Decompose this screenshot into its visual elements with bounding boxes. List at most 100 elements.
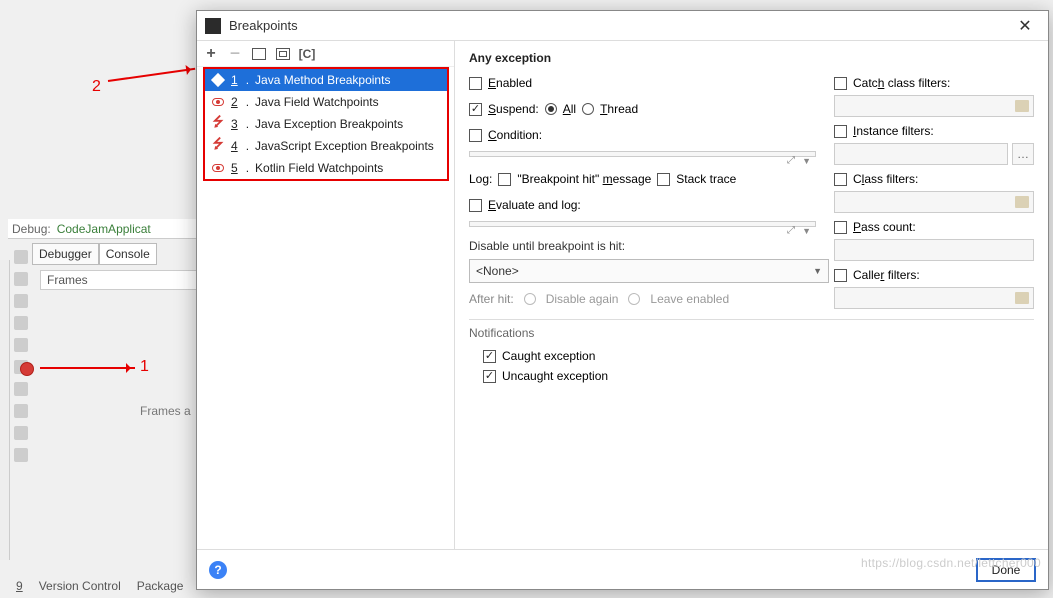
group-by-type-icon[interactable]: [C] bbox=[299, 46, 315, 62]
annotation-dot-1 bbox=[20, 362, 34, 376]
tab-debugger[interactable]: Debugger bbox=[32, 243, 99, 265]
annotation-arrow-2 bbox=[108, 68, 195, 82]
catch-filters-checkbox[interactable] bbox=[834, 77, 847, 90]
uncaught-label: Uncaught exception bbox=[502, 369, 608, 383]
app-icon bbox=[205, 18, 221, 34]
vcs-label[interactable]: Version Control bbox=[39, 579, 121, 593]
suspend-all-radio[interactable] bbox=[545, 103, 557, 115]
suspend-thread-radio[interactable] bbox=[582, 103, 594, 115]
dump-threads-icon[interactable] bbox=[14, 382, 28, 396]
rerun-icon[interactable] bbox=[14, 250, 28, 264]
caller-filters-checkbox[interactable] bbox=[834, 269, 847, 282]
bolt-icon: ⭍ bbox=[211, 139, 225, 153]
caught-label: Caught exception bbox=[502, 349, 595, 363]
help-icon[interactable]: ? bbox=[209, 561, 227, 579]
eval-checkbox[interactable] bbox=[469, 199, 482, 212]
eval-label: Evaluate and log: bbox=[488, 198, 581, 212]
close-icon[interactable]: ✕ bbox=[1010, 16, 1040, 36]
menu-label: JavaScript Exception Breakpoints bbox=[255, 139, 434, 153]
menu-label: Java Method Breakpoints bbox=[255, 73, 390, 87]
after-hit-row: After hit: Disable again Leave enabled bbox=[469, 289, 816, 309]
disable-until-label: Disable until breakpoint is hit: bbox=[469, 239, 816, 253]
menu-java-method-breakpoints[interactable]: 1. Java Method Breakpoints bbox=[205, 69, 447, 91]
notifications-title: Notifications bbox=[469, 326, 1034, 340]
section-header: Any exception bbox=[469, 51, 1034, 65]
instance-filters-label: Instance filters: bbox=[853, 124, 934, 138]
pass-count-label: Pass count: bbox=[853, 220, 916, 234]
tab-console[interactable]: Console bbox=[99, 243, 157, 265]
settings-icon[interactable] bbox=[14, 426, 28, 440]
after-disable-label: Disable again bbox=[546, 292, 619, 306]
pass-count-input[interactable] bbox=[834, 239, 1034, 261]
bolt-icon: ⭍ bbox=[211, 117, 225, 131]
remove-breakpoint-button[interactable]: − bbox=[227, 46, 243, 62]
class-filters-input[interactable] bbox=[834, 191, 1034, 213]
eval-row: Evaluate and log: bbox=[469, 195, 816, 215]
bg-debug-bar: Debug: CodeJamApplicat bbox=[8, 219, 198, 239]
class-filters-label: Class filters: bbox=[853, 172, 918, 186]
menu-java-exception-breakpoints[interactable]: ⭍ 3. Java Exception Breakpoints bbox=[205, 113, 447, 135]
group-by-class-icon[interactable] bbox=[275, 46, 291, 62]
condition-label: Condition: bbox=[488, 128, 542, 142]
after-leave-radio[interactable] bbox=[628, 293, 640, 305]
debug-toolbar-vertical bbox=[12, 244, 30, 574]
notifications-section: Notifications Caught exception Uncaught … bbox=[469, 319, 1034, 386]
disable-until-select[interactable]: <None> ▼ bbox=[469, 259, 829, 283]
menu-java-field-watchpoints[interactable]: 2. Java Field Watchpoints bbox=[205, 91, 447, 113]
enabled-label: EEnablednabled bbox=[488, 76, 532, 90]
eye-icon bbox=[211, 161, 225, 175]
breakpoint-details-pane: Any exception EEnablednabled Suspend: Al… bbox=[455, 41, 1048, 549]
folder-icon[interactable] bbox=[1015, 100, 1029, 112]
breakpoints-dialog: Breakpoints ✕ + − [C] 1. Java Method Bre… bbox=[196, 10, 1049, 590]
disable-until-value: <None> bbox=[476, 264, 519, 278]
suspend-row: Suspend: All Thread bbox=[469, 99, 816, 119]
eval-input[interactable]: ⤢▼ bbox=[469, 221, 816, 227]
rhombus-icon bbox=[211, 73, 225, 87]
condition-checkbox[interactable] bbox=[469, 129, 482, 142]
suspend-thread-label: Thread bbox=[600, 102, 638, 116]
class-filters-checkbox[interactable] bbox=[834, 173, 847, 186]
catch-filters-label: Catch class filters: bbox=[853, 76, 950, 90]
resume-icon[interactable] bbox=[14, 272, 28, 286]
menu-js-exception-breakpoints[interactable]: ⭍ 4. JavaScript Exception Breakpoints bbox=[205, 135, 447, 157]
caller-filters-label: Caller filters: bbox=[853, 268, 920, 282]
log-row: Log: "Breakpoint hit" message Stack trac… bbox=[469, 169, 816, 189]
menu-label: Java Field Watchpoints bbox=[255, 95, 379, 109]
frames-header: Frames bbox=[40, 270, 200, 290]
suspend-all-label: All bbox=[563, 102, 576, 116]
enabled-row: EEnablednabled bbox=[469, 73, 816, 93]
view-breakpoints-icon[interactable] bbox=[14, 338, 28, 352]
caught-checkbox[interactable] bbox=[483, 350, 496, 363]
breakpoints-tree-pane: + − [C] 1. Java Method Breakpoints 2. Ja… bbox=[197, 41, 455, 549]
log-stack-label: Stack trace bbox=[676, 172, 736, 186]
instance-filters-checkbox[interactable] bbox=[834, 125, 847, 138]
restore-layout-icon[interactable] bbox=[14, 404, 28, 418]
run-config-name: CodeJamApplicat bbox=[57, 222, 151, 236]
add-breakpoint-button[interactable]: + bbox=[203, 46, 219, 62]
group-by-file-icon[interactable] bbox=[251, 46, 267, 62]
folder-icon[interactable] bbox=[1015, 196, 1029, 208]
condition-input[interactable]: ⤢▼ bbox=[469, 151, 816, 157]
pass-count-checkbox[interactable] bbox=[834, 221, 847, 234]
packages-label[interactable]: Package bbox=[137, 579, 184, 593]
annotation-num-2: 2 bbox=[92, 78, 101, 96]
log-bp-hit-label: "Breakpoint hit" message bbox=[517, 172, 651, 186]
suspend-checkbox[interactable] bbox=[469, 103, 482, 116]
frames-empty-text: Frames a bbox=[140, 404, 191, 418]
log-bp-hit-checkbox[interactable] bbox=[498, 173, 511, 186]
caller-filters-input[interactable] bbox=[834, 287, 1034, 309]
instance-filters-input[interactable] bbox=[834, 143, 1008, 165]
stop-icon[interactable] bbox=[14, 316, 28, 330]
pause-icon[interactable] bbox=[14, 294, 28, 308]
uncaught-checkbox[interactable] bbox=[483, 370, 496, 383]
catch-filters-input[interactable] bbox=[834, 95, 1034, 117]
after-disable-radio[interactable] bbox=[524, 293, 536, 305]
folder-icon[interactable] bbox=[1015, 292, 1029, 304]
menu-kotlin-field-watchpoints[interactable]: 5. Kotlin Field Watchpoints bbox=[205, 157, 447, 179]
annotation-arrow-1 bbox=[40, 367, 135, 369]
log-stack-checkbox[interactable] bbox=[657, 173, 670, 186]
pin-icon[interactable] bbox=[14, 448, 28, 462]
enabled-checkbox[interactable] bbox=[469, 77, 482, 90]
suspend-label: Suspend: bbox=[488, 102, 539, 116]
instance-filters-browse[interactable]: … bbox=[1012, 143, 1034, 165]
